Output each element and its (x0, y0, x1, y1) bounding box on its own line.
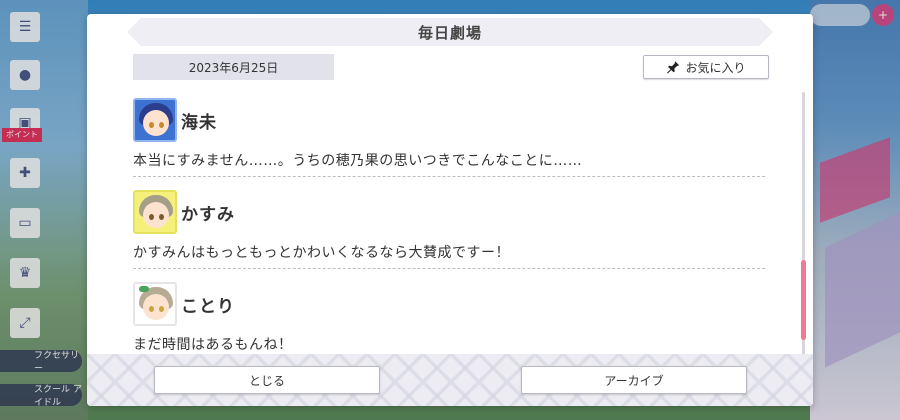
speaker-name: かすみ (181, 204, 235, 225)
dialog-footer: とじる アーカイブ (87, 354, 813, 406)
eye (149, 122, 154, 128)
theater-content: 海未 本当にすみません……。うちの穂乃果の思いつきでこんなことに…… かすみ か… (133, 94, 765, 364)
avatar (133, 98, 177, 142)
dialog-title-bar: 毎日劇場 (127, 18, 773, 46)
archive-button[interactable]: アーカイブ (521, 366, 747, 394)
scrollbar-thumb[interactable] (801, 260, 806, 340)
list-item: ことり まだ時間はあるもんね！ (133, 282, 765, 354)
eye (159, 214, 164, 220)
speaker-line: かすみんはもっともっとかわいくなるなら大賛成ですー！ (133, 245, 510, 261)
daily-theater-dialog: 毎日劇場 2023年6月25日 お気に入り 海未 本当にすみません……。うちの穂… (87, 14, 813, 406)
favorite-label: お気に入り (685, 60, 746, 75)
avatar (133, 282, 177, 326)
avatar (133, 190, 177, 234)
divider (133, 268, 765, 269)
divider (133, 176, 765, 177)
list-item: かすみ かすみんはもっともっとかわいくなるなら大賛成ですー！ (133, 190, 765, 269)
speaker-name: ことり (181, 296, 235, 317)
speaker-line: まだ時間はあるもんね！ (133, 337, 293, 353)
eye (159, 122, 164, 128)
speaker-line: 本当にすみません……。うちの穂乃果の思いつきでこんなことに…… (133, 153, 583, 169)
dialog-title: 毎日劇場 (417, 23, 482, 42)
kotori-face (143, 294, 169, 320)
close-button[interactable]: とじる (154, 366, 380, 394)
speaker-name: 海未 (181, 112, 217, 133)
pin-icon (667, 60, 680, 74)
list-item: 海未 本当にすみません……。うちの穂乃果の思いつきでこんなことに…… (133, 98, 765, 177)
umi-face (143, 110, 169, 136)
eye (159, 306, 164, 312)
eye (149, 214, 154, 220)
bow-icon (139, 286, 149, 292)
kasumi-face (143, 202, 169, 228)
eye (149, 306, 154, 312)
favorite-button[interactable]: お気に入り (643, 55, 769, 79)
date-label: 2023年6月25日 (133, 54, 334, 80)
